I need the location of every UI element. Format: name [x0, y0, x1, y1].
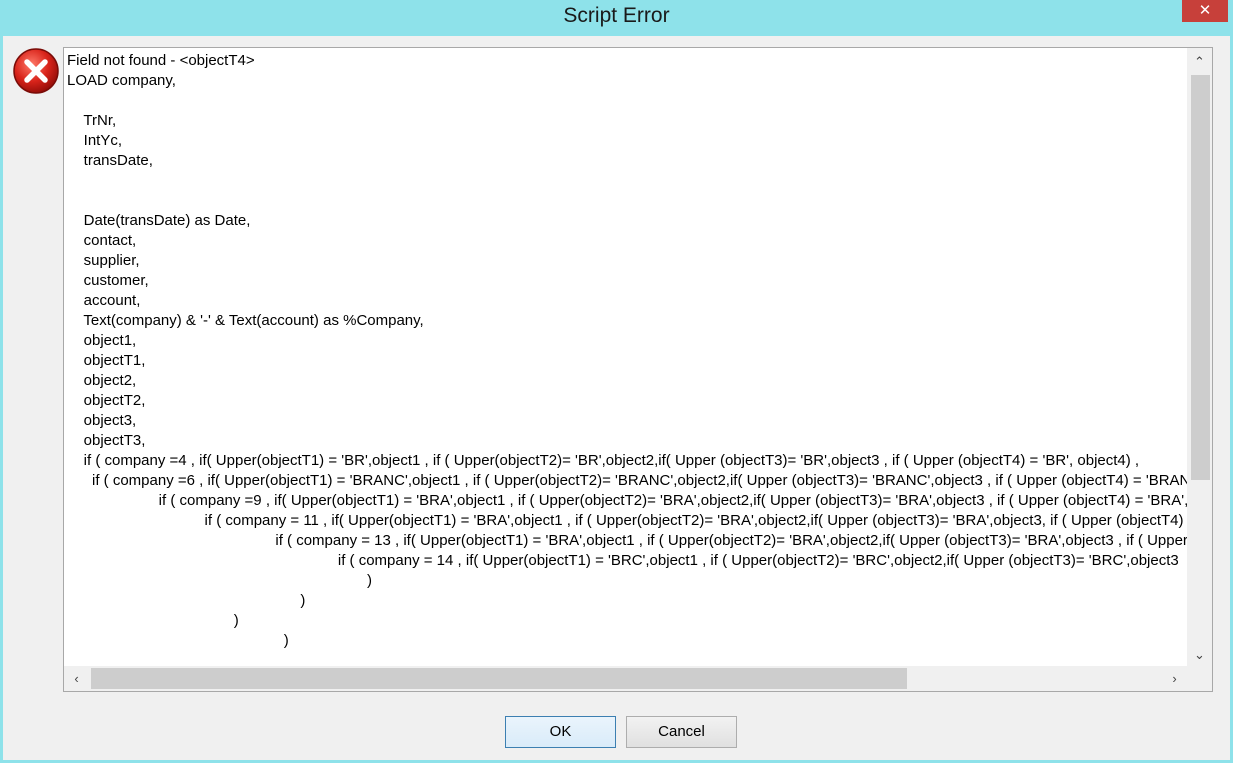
message-line: object2, [67, 372, 137, 389]
message-line: account, [67, 292, 141, 309]
message-line: if ( company =6 , if( Upper(objectT1) = … [67, 472, 1187, 489]
close-button[interactable]: ✕ [1182, 0, 1228, 22]
scroll-down-icon[interactable]: ⌄ [1187, 645, 1212, 665]
title-bar: Script Error ✕ [0, 0, 1233, 36]
scroll-right-icon[interactable]: › [1162, 666, 1187, 691]
message-line: object1, [67, 332, 137, 349]
message-line: contact, [67, 232, 137, 249]
message-line: if ( company = 14 , if( Upper(objectT1) … [67, 552, 1179, 569]
message-line: Text(company) & '-' & Text(account) as %… [67, 312, 424, 329]
cancel-button[interactable]: Cancel [626, 716, 737, 748]
message-line [67, 91, 1187, 111]
error-message-box[interactable]: Field not found - <objectT4> LOAD company… [63, 47, 1213, 692]
vertical-scrollbar[interactable]: ⌃ ⌄ [1187, 48, 1212, 667]
scroll-left-icon[interactable]: ‹ [64, 666, 89, 691]
window-title: Script Error [563, 4, 670, 27]
message-line: transDate, [67, 152, 153, 169]
scrollbar-corner [1187, 666, 1212, 691]
message-line: ) [67, 612, 239, 629]
message-line: if ( company =9 , if( Upper(objectT1) = … [67, 492, 1187, 509]
error-icon [13, 48, 59, 94]
message-line: LOAD company, [67, 72, 176, 89]
message-line: Date(transDate) as Date, [67, 212, 251, 229]
message-line: customer, [67, 272, 149, 289]
message-line [67, 191, 1187, 211]
message-line: ) [67, 572, 373, 589]
scroll-up-icon[interactable]: ⌃ [1187, 52, 1212, 72]
error-message-text: Field not found - <objectT4> LOAD company… [67, 51, 1187, 667]
message-line: IntYc, [67, 132, 123, 149]
message-line [67, 171, 1187, 191]
message-line: TrNr, [67, 112, 117, 129]
message-line: if ( company =4 , if( Upper(objectT1) = … [67, 452, 1140, 469]
message-line: objectT3, [67, 432, 146, 449]
horizontal-scroll-thumb[interactable] [91, 668, 907, 689]
horizontal-scrollbar[interactable]: ‹ › [64, 666, 1187, 691]
message-line: Field not found - <objectT4> [67, 52, 255, 69]
message-line: ) [67, 592, 306, 609]
message-line: if ( company = 13 , if( Upper(objectT1) … [67, 532, 1187, 549]
message-line: ) [67, 632, 289, 649]
dialog-body: Field not found - <objectT4> LOAD company… [3, 36, 1230, 760]
ok-button[interactable]: OK [505, 716, 616, 748]
message-line: objectT1, [67, 352, 146, 369]
message-line: if ( company = 11 , if( Upper(objectT1) … [67, 512, 1187, 529]
vertical-scroll-thumb[interactable] [1191, 75, 1210, 480]
message-line: objectT2, [67, 392, 146, 409]
message-line: supplier, [67, 252, 140, 269]
close-icon: ✕ [1198, 2, 1212, 19]
message-line: object3, [67, 412, 137, 429]
